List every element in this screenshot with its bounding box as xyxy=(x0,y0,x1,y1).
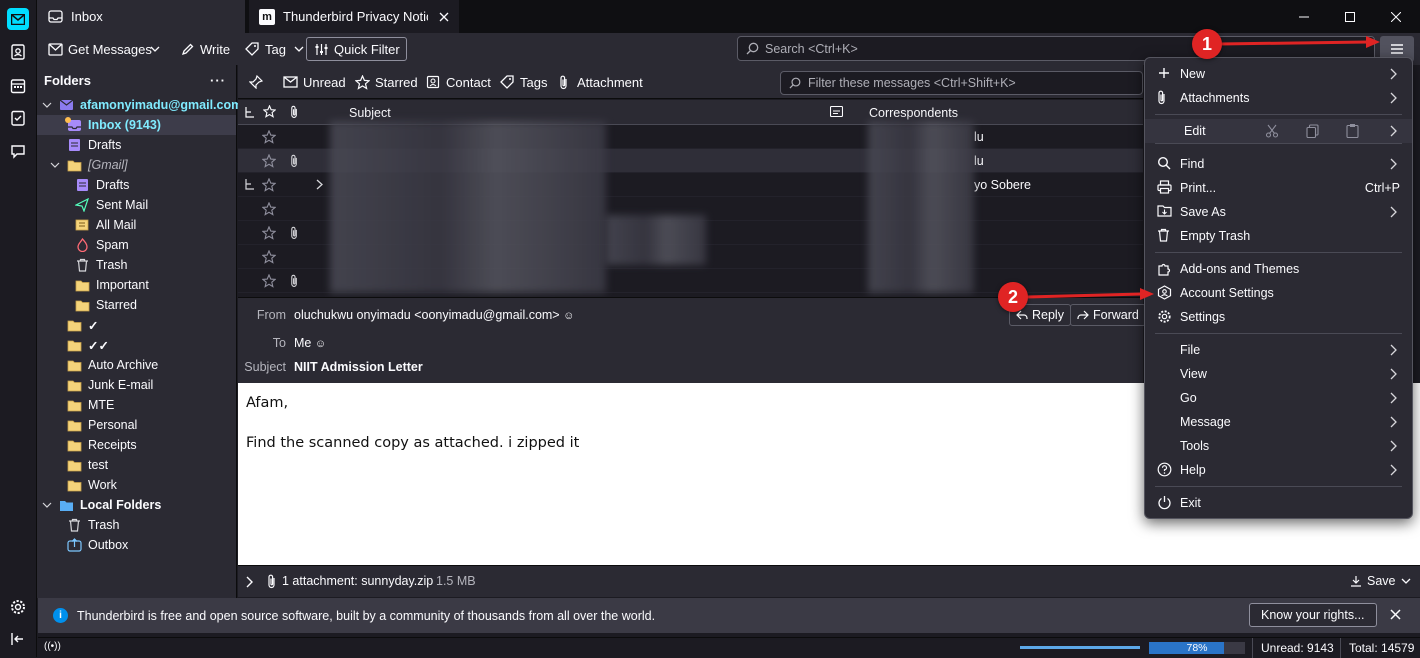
arrow-1-head xyxy=(1366,36,1380,48)
arrow-2-head xyxy=(1140,288,1154,300)
annotation-badge-1: 1 xyxy=(1192,29,1222,59)
annotation-overlay xyxy=(1026,36,1380,300)
arrow-1-line xyxy=(1218,40,1369,46)
annotation-badge-2: 2 xyxy=(998,282,1028,312)
arrow-2-line xyxy=(1026,292,1143,299)
